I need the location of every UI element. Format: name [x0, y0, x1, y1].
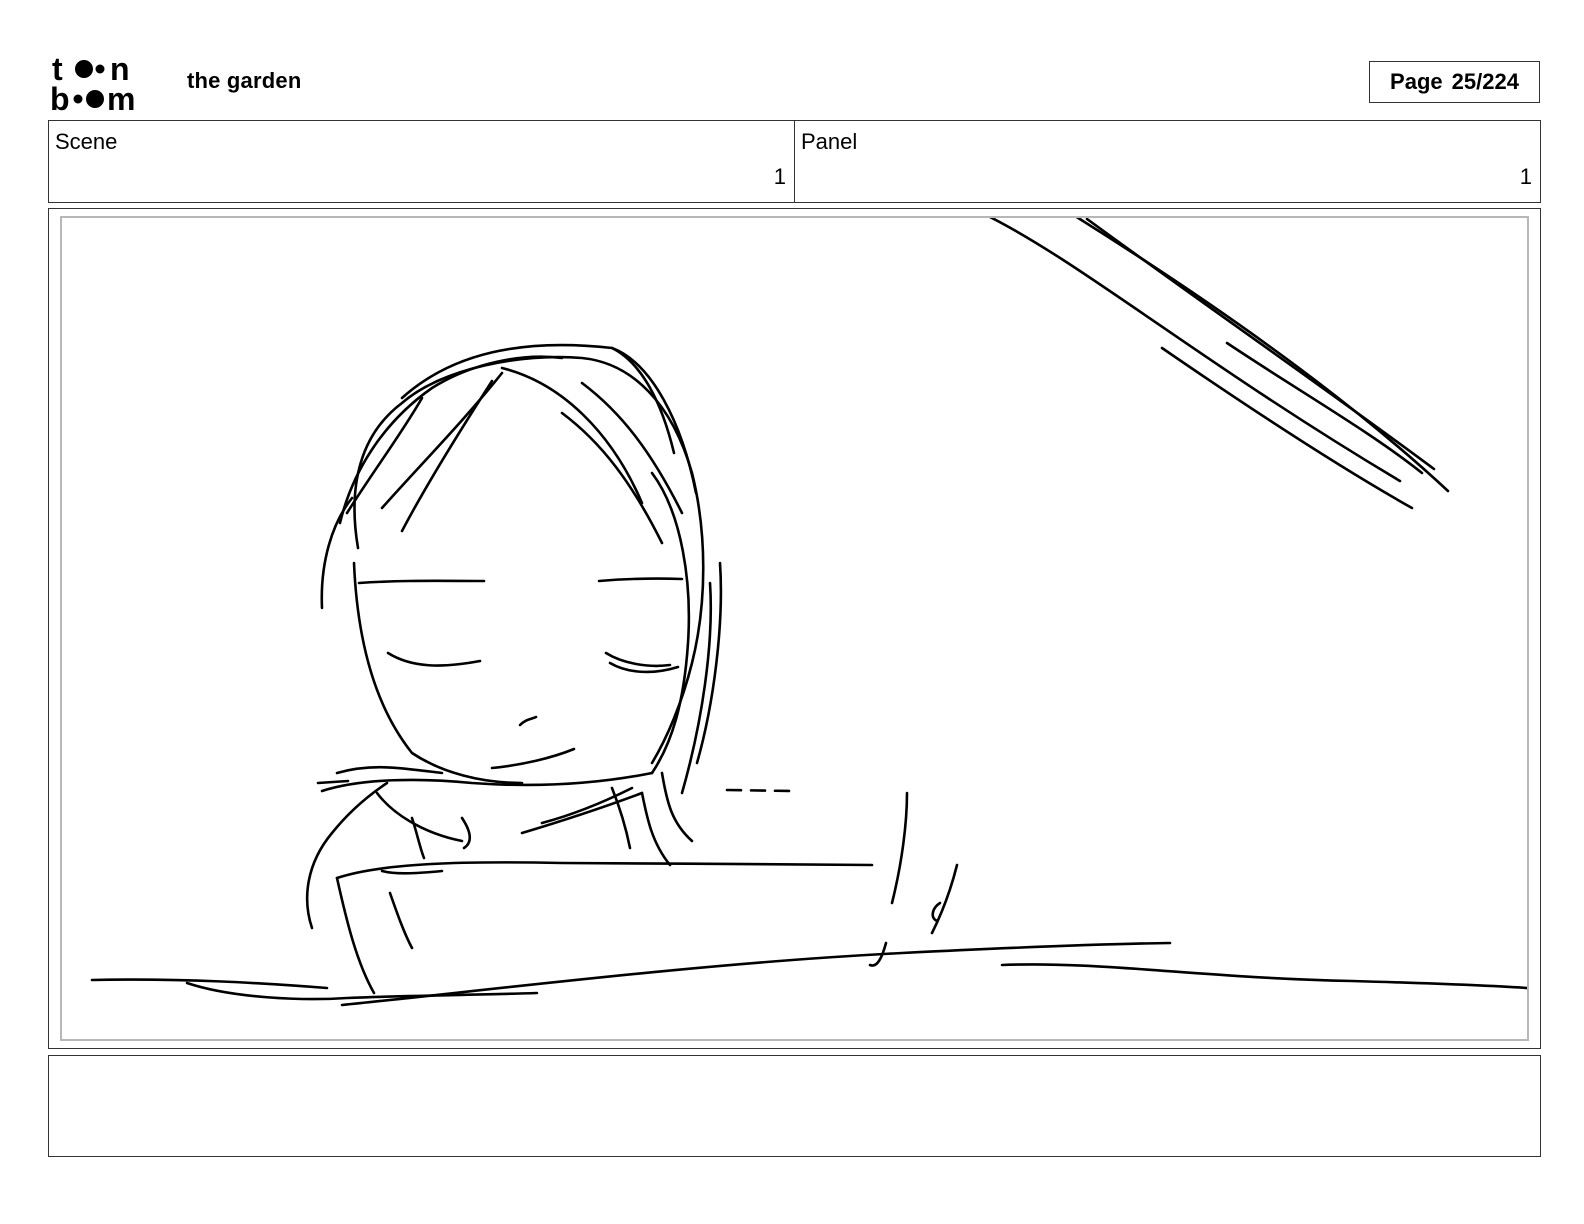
toon-boom-logo: t n b m	[50, 52, 135, 112]
page-label: Page	[1390, 69, 1443, 94]
panel-value: 1	[1519, 164, 1532, 189]
storyboard-panel-frame	[48, 208, 1541, 1049]
page-number: 25/224	[1451, 69, 1519, 94]
panel-notes-box	[48, 1055, 1541, 1157]
scene-panel-info: Scene 1 Panel 1	[48, 120, 1541, 203]
panel-label: Panel	[801, 129, 858, 154]
scene-cell: Scene 1	[49, 121, 794, 202]
panel-cell: Panel 1	[794, 121, 1540, 202]
svg-text:m: m	[107, 81, 135, 112]
storyboard-sketch-icon	[90, 218, 1527, 1007]
svg-text:b: b	[50, 81, 70, 112]
project-title: the garden	[187, 68, 302, 93]
storyboard-panel-image	[60, 216, 1529, 1041]
scene-value: 1	[773, 164, 786, 189]
scene-label: Scene	[55, 129, 118, 154]
page-indicator: Page 25/224	[1369, 61, 1540, 103]
